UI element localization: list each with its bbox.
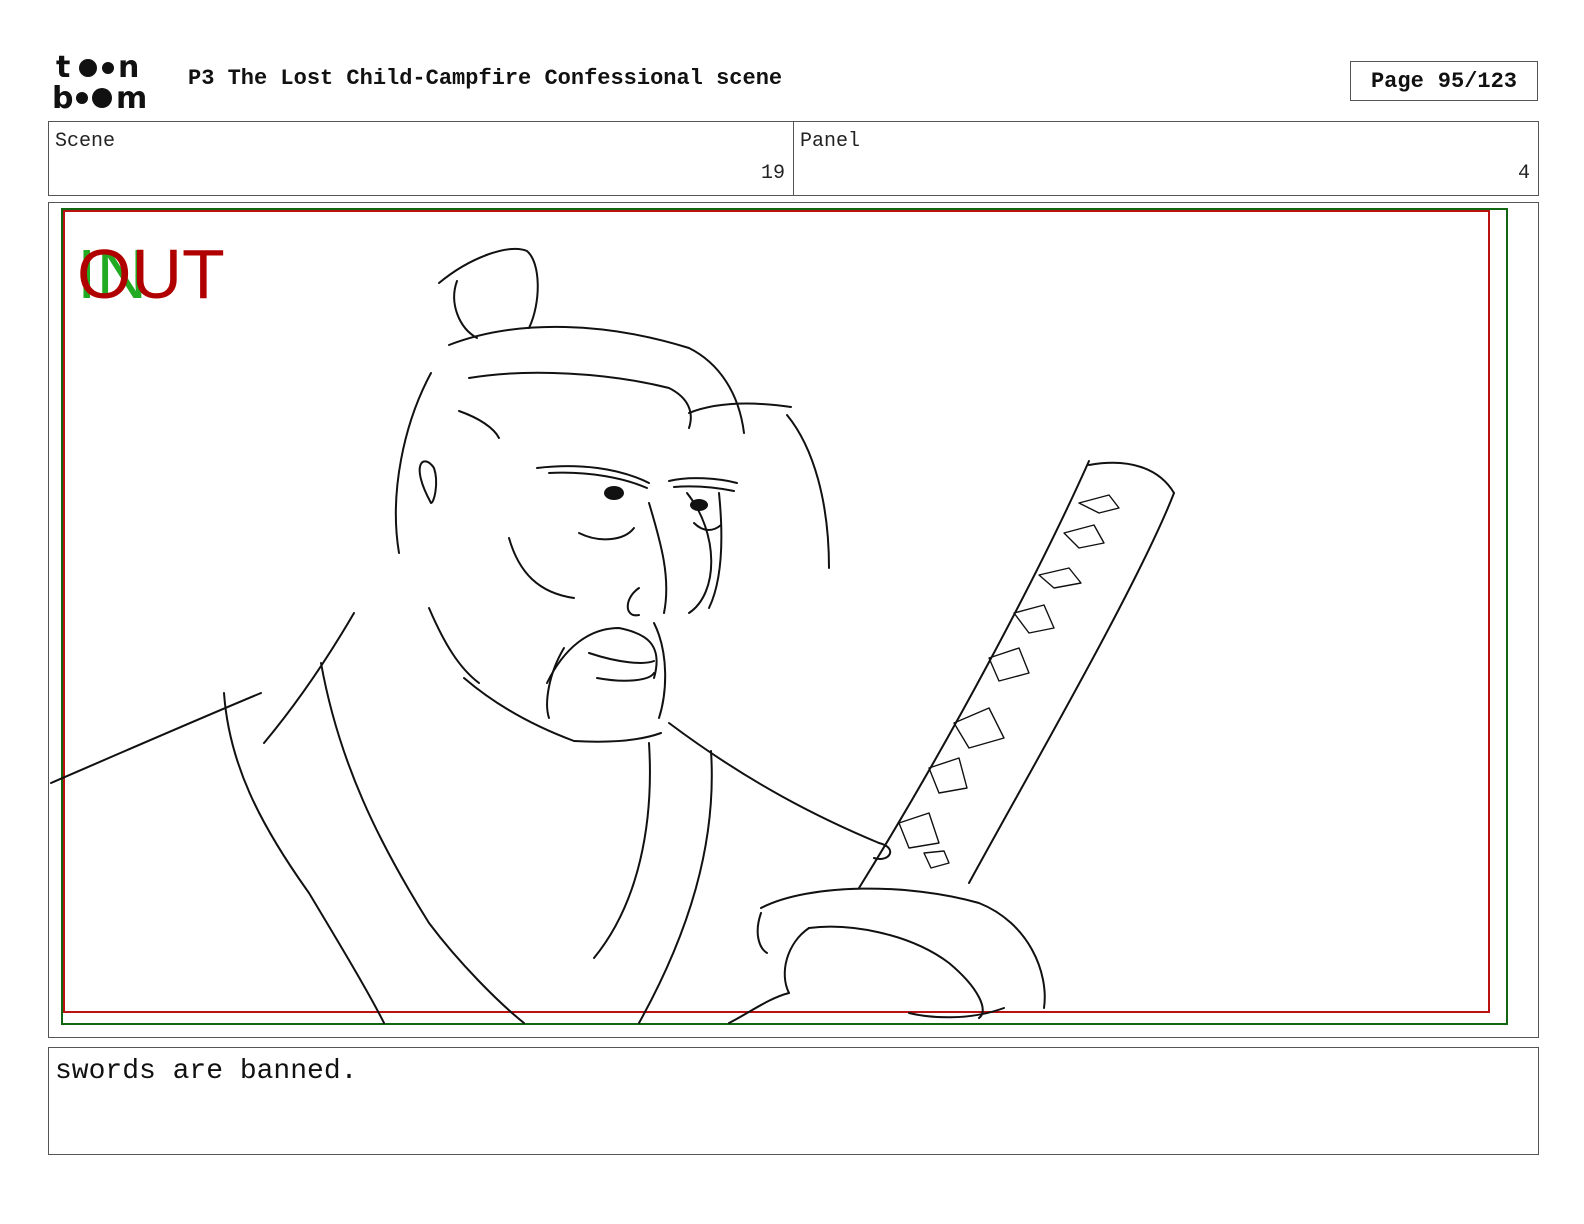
toon-boom-logo: t n b m (52, 50, 147, 112)
panel-cell: Panel 4 (793, 122, 1538, 195)
samurai-sketch (50, 247, 1175, 1024)
action-notes: swords are banned. (48, 1047, 1539, 1155)
scene-panel-info: Scene 19 Panel 4 (48, 121, 1539, 196)
camera-frame-red (63, 210, 1490, 1013)
svg-text:n: n (118, 50, 139, 85)
panel-label: Panel (800, 130, 861, 153)
svg-text:t: t (56, 50, 70, 85)
page-number: 95/123 (1437, 68, 1518, 94)
camera-frame-green (61, 208, 1508, 1025)
scene-cell: Scene 19 (49, 122, 793, 195)
out-marker: OUT (77, 235, 225, 313)
panel-drawing: IN OUT (50, 208, 1508, 1025)
caption-text: swords are banned. (55, 1056, 358, 1087)
svg-text:b: b (52, 81, 73, 112)
page-indicator: Page 95/123 (1350, 61, 1538, 101)
scene-label: Scene (55, 130, 116, 153)
svg-text:m: m (116, 81, 147, 112)
page-label: Page (1370, 68, 1424, 94)
scene-number: 19 (760, 162, 785, 185)
project-title: P3 The Lost Child-Campfire Confessional … (188, 66, 783, 91)
panel-number: 4 (1517, 162, 1530, 185)
storyboard-panel: IN OUT (48, 202, 1539, 1038)
